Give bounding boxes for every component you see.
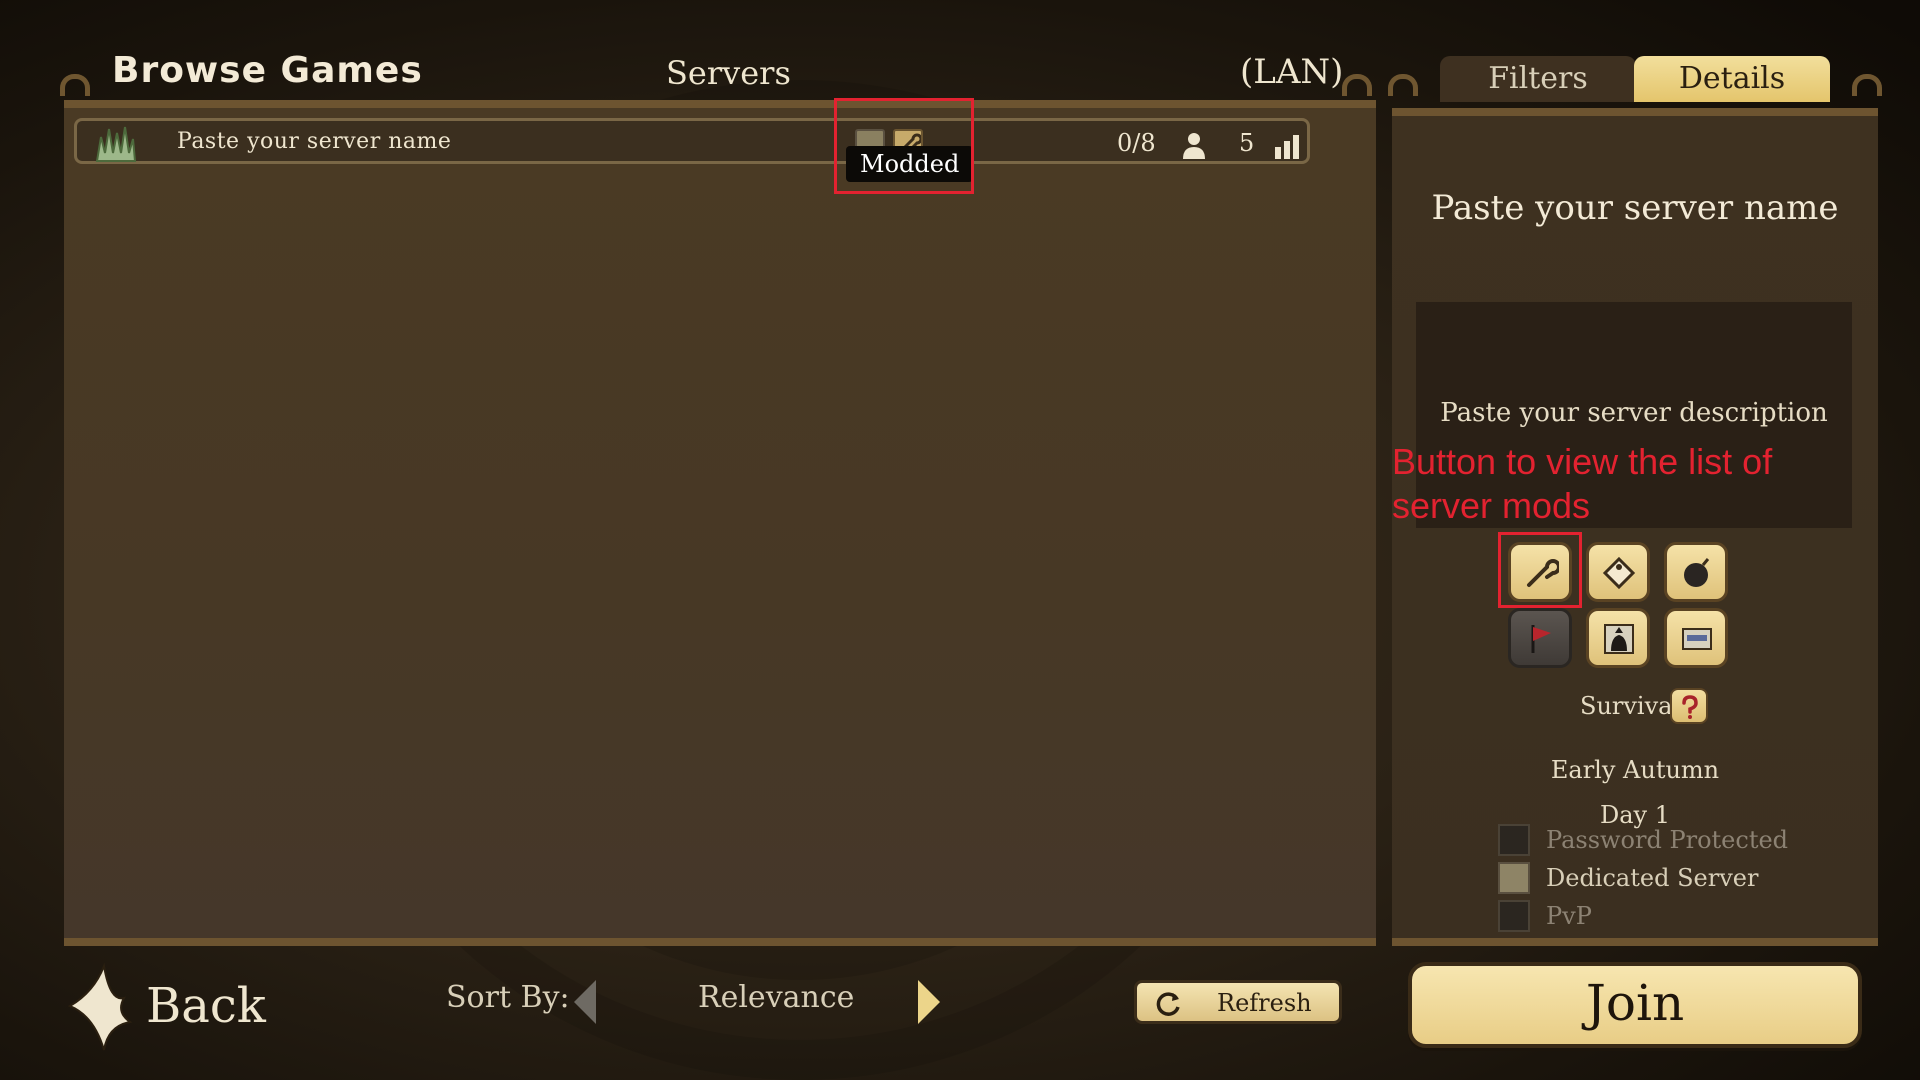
annotation-highlight-box bbox=[1498, 532, 1582, 608]
network-label: (LAN) bbox=[1240, 52, 1344, 92]
password-label: Password Protected bbox=[1546, 826, 1789, 854]
tags-button[interactable] bbox=[1586, 542, 1650, 602]
back-button[interactable]: Back bbox=[64, 958, 266, 1058]
pvp-checkbox bbox=[1498, 900, 1530, 932]
join-label: Join bbox=[1585, 974, 1685, 1032]
annotation-highlight-box bbox=[834, 98, 974, 194]
sort-by-label: Sort By: bbox=[446, 980, 570, 1015]
frame-curl bbox=[60, 74, 90, 96]
server-name: Paste your server name bbox=[177, 129, 452, 154]
tab-filters[interactable]: Filters bbox=[1440, 56, 1636, 102]
person-icon bbox=[1183, 133, 1205, 159]
tab-details[interactable]: Details bbox=[1634, 56, 1830, 102]
settings-icon bbox=[1682, 628, 1712, 650]
refresh-icon bbox=[1156, 992, 1180, 1016]
frame-curl bbox=[1852, 74, 1882, 96]
password-protected-row: Password Protected bbox=[1498, 824, 1798, 858]
frame-curl bbox=[1342, 74, 1372, 96]
ping-value: 5 bbox=[1239, 129, 1255, 157]
frame-curl bbox=[1388, 74, 1418, 96]
pvp-row: PvP bbox=[1498, 900, 1798, 934]
page-title: Browse Games bbox=[112, 50, 423, 91]
details-server-name: Paste your server name bbox=[1431, 188, 1839, 228]
sort-next-arrow-icon[interactable] bbox=[914, 978, 944, 1026]
bomb-icon bbox=[1684, 558, 1710, 587]
refresh-label: Refresh bbox=[1217, 989, 1312, 1017]
password-checkbox bbox=[1498, 824, 1530, 856]
server-row[interactable]: Paste your server name 0/8 5 bbox=[74, 118, 1310, 164]
game-mode-label: Survival bbox=[1580, 692, 1681, 720]
sort-value: Relevance bbox=[698, 980, 855, 1015]
grass-icon bbox=[95, 126, 137, 162]
sort-prev-arrow-icon[interactable] bbox=[570, 978, 600, 1026]
dedicated-label: Dedicated Server bbox=[1546, 864, 1759, 892]
annotation-text: Button to view the list of server mods bbox=[1392, 441, 1773, 526]
character-icon bbox=[1604, 624, 1634, 654]
refresh-button[interactable]: Refresh bbox=[1134, 980, 1342, 1024]
server-info-button[interactable] bbox=[1664, 608, 1728, 668]
players-button[interactable] bbox=[1586, 608, 1650, 668]
game-mode-help-button[interactable] bbox=[1670, 688, 1708, 724]
pvp-label: PvP bbox=[1546, 902, 1592, 930]
server-description: Paste your server description bbox=[1440, 398, 1828, 428]
join-button[interactable]: Join bbox=[1408, 962, 1862, 1048]
player-count: 0/8 bbox=[1117, 129, 1156, 157]
back-arrow-icon bbox=[67, 962, 133, 1051]
tag-icon bbox=[1602, 556, 1636, 590]
question-icon bbox=[1682, 695, 1698, 719]
flag-icon bbox=[1531, 625, 1551, 653]
world-settings-button[interactable] bbox=[1664, 542, 1728, 602]
season-label: Early Autumn bbox=[1550, 756, 1720, 784]
dedicated-server-row: Dedicated Server bbox=[1498, 862, 1798, 896]
servers-heading: Servers bbox=[666, 54, 791, 92]
signal-bars-icon bbox=[1275, 135, 1299, 159]
pvp-flag-button[interactable] bbox=[1508, 608, 1572, 668]
server-list-panel: Paste your server name 0/8 5 bbox=[64, 100, 1376, 946]
back-label: Back bbox=[146, 978, 266, 1034]
dedicated-server-icon bbox=[1498, 862, 1530, 894]
